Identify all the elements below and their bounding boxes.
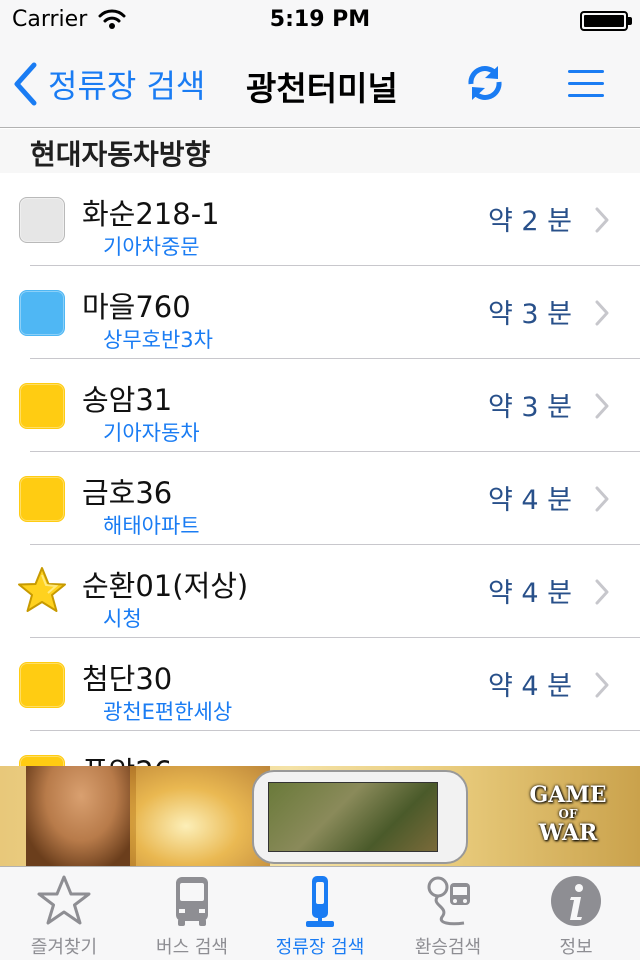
route-name: 송암31: [82, 383, 173, 417]
route-name: 순환01(저상): [82, 569, 249, 603]
chevron-right-icon: [595, 207, 609, 233]
tab-favorites[interactable]: 즐겨찾기: [0, 867, 128, 960]
chevron-left-icon: [14, 62, 37, 106]
ad-fire-image: [130, 766, 270, 866]
section-title: 현대자동차방향: [30, 138, 211, 171]
ad-phone-image: [252, 770, 468, 864]
arrival-time: 약 3 분: [488, 392, 573, 423]
ad-banner[interactable]: GAME OF WAR: [0, 766, 640, 866]
route-name: 금호36: [82, 476, 173, 510]
tab-transfer-search[interactable]: 환승검색: [384, 867, 512, 960]
tab-label: 정류장 검색: [275, 937, 365, 958]
tab-label: 정보: [559, 937, 593, 958]
tab-stop-search[interactable]: 정류장 검색: [256, 867, 384, 960]
ad-game-screen: [268, 782, 438, 852]
chevron-right-icon: [595, 672, 609, 698]
route-color-icon: [19, 755, 65, 766]
route-row[interactable]: 화순218-1 기아차중문 약 2 분: [0, 173, 640, 266]
chevron-right-icon: [595, 393, 609, 419]
route-destination: 해태아파트: [103, 514, 200, 538]
star-outline-icon: [37, 875, 91, 925]
route-name: 풍암26: [82, 749, 172, 766]
tab-label: 버스 검색: [156, 937, 228, 958]
route-destination: 기아자동차: [103, 421, 200, 445]
route-color-icon: [19, 476, 65, 522]
battery-icon: [580, 11, 628, 31]
page-title: 광천터미널: [246, 69, 398, 108]
ad-logo: GAME OF WAR: [520, 782, 616, 846]
route-color-icon: [19, 662, 65, 708]
info-icon: [551, 876, 601, 926]
tab-bar: 즐겨찾기 버스 검색 정류장 검색 환승검색 정보: [0, 866, 640, 960]
route-name: 첨단30: [82, 662, 173, 696]
route-name: 마을760: [82, 290, 191, 324]
navigation-bar: 정류장 검색 광천터미널: [0, 40, 640, 128]
star-icon: [18, 567, 66, 612]
bus-stop-icon: [306, 876, 334, 927]
route-row[interactable]: 송암31 기아자동차 약 3 분: [0, 359, 640, 452]
route-list[interactable]: 화순218-1 기아차중문 약 2 분 마을760 상무호반3차 약 3 분 송암31 기아자…: [0, 173, 640, 766]
route-row[interactable]: 순환01(저상) 시청 약 4 분: [0, 545, 640, 638]
ad-model-image: [26, 766, 136, 866]
route-destination: 상무호반3차: [103, 328, 213, 352]
ad-logo-line1: GAME: [529, 782, 607, 808]
tab-info[interactable]: 정보: [512, 867, 640, 960]
arrival-time: 약 4 분: [488, 578, 573, 609]
route-destination: 시청: [103, 607, 142, 631]
arrival-time: 약 2 분: [488, 206, 573, 237]
arrival-time: 약 4 분: [488, 671, 573, 702]
ad-logo-line2: OF: [558, 807, 578, 821]
route-color-icon: [19, 197, 65, 243]
clock: 5:19 PM: [269, 7, 371, 32]
chevron-right-icon: [595, 486, 609, 512]
transfer-icon: [427, 876, 470, 926]
back-button[interactable]: 정류장 검색: [12, 60, 205, 108]
bus-icon: [176, 877, 208, 926]
tab-label: 즐겨찾기: [30, 937, 98, 958]
route-name: 화순218-1: [82, 197, 220, 231]
route-destination: 광천E편한세상: [103, 700, 233, 724]
route-color-icon: [19, 383, 65, 429]
menu-button[interactable]: [564, 66, 608, 102]
chevron-right-icon: [595, 579, 609, 605]
route-row[interactable]: 마을760 상무호반3차 약 3 분: [0, 266, 640, 359]
section-header: 현대자동차방향: [0, 129, 640, 173]
back-label: 정류장 검색: [48, 67, 206, 105]
refresh-button[interactable]: [462, 60, 508, 106]
route-row[interactable]: 첨단30 광천E편한세상 약 4 분: [0, 638, 640, 731]
route-row[interactable]: 풍암26: [0, 731, 640, 766]
route-row[interactable]: 금호36 해태아파트 약 4 분: [0, 452, 640, 545]
status-bar: Carrier 5:19 PM: [0, 0, 640, 40]
tab-bus-search[interactable]: 버스 검색: [128, 867, 256, 960]
arrival-time: 약 4 분: [488, 485, 573, 516]
route-destination: 기아차중문: [103, 235, 200, 259]
route-color-icon: [19, 290, 65, 336]
battery-tip: [628, 17, 632, 25]
arrival-time: 약 3 분: [488, 299, 573, 330]
ad-logo-line3: WAR: [538, 820, 598, 846]
tab-label: 환승검색: [414, 937, 482, 958]
chevron-right-icon: [595, 300, 609, 326]
